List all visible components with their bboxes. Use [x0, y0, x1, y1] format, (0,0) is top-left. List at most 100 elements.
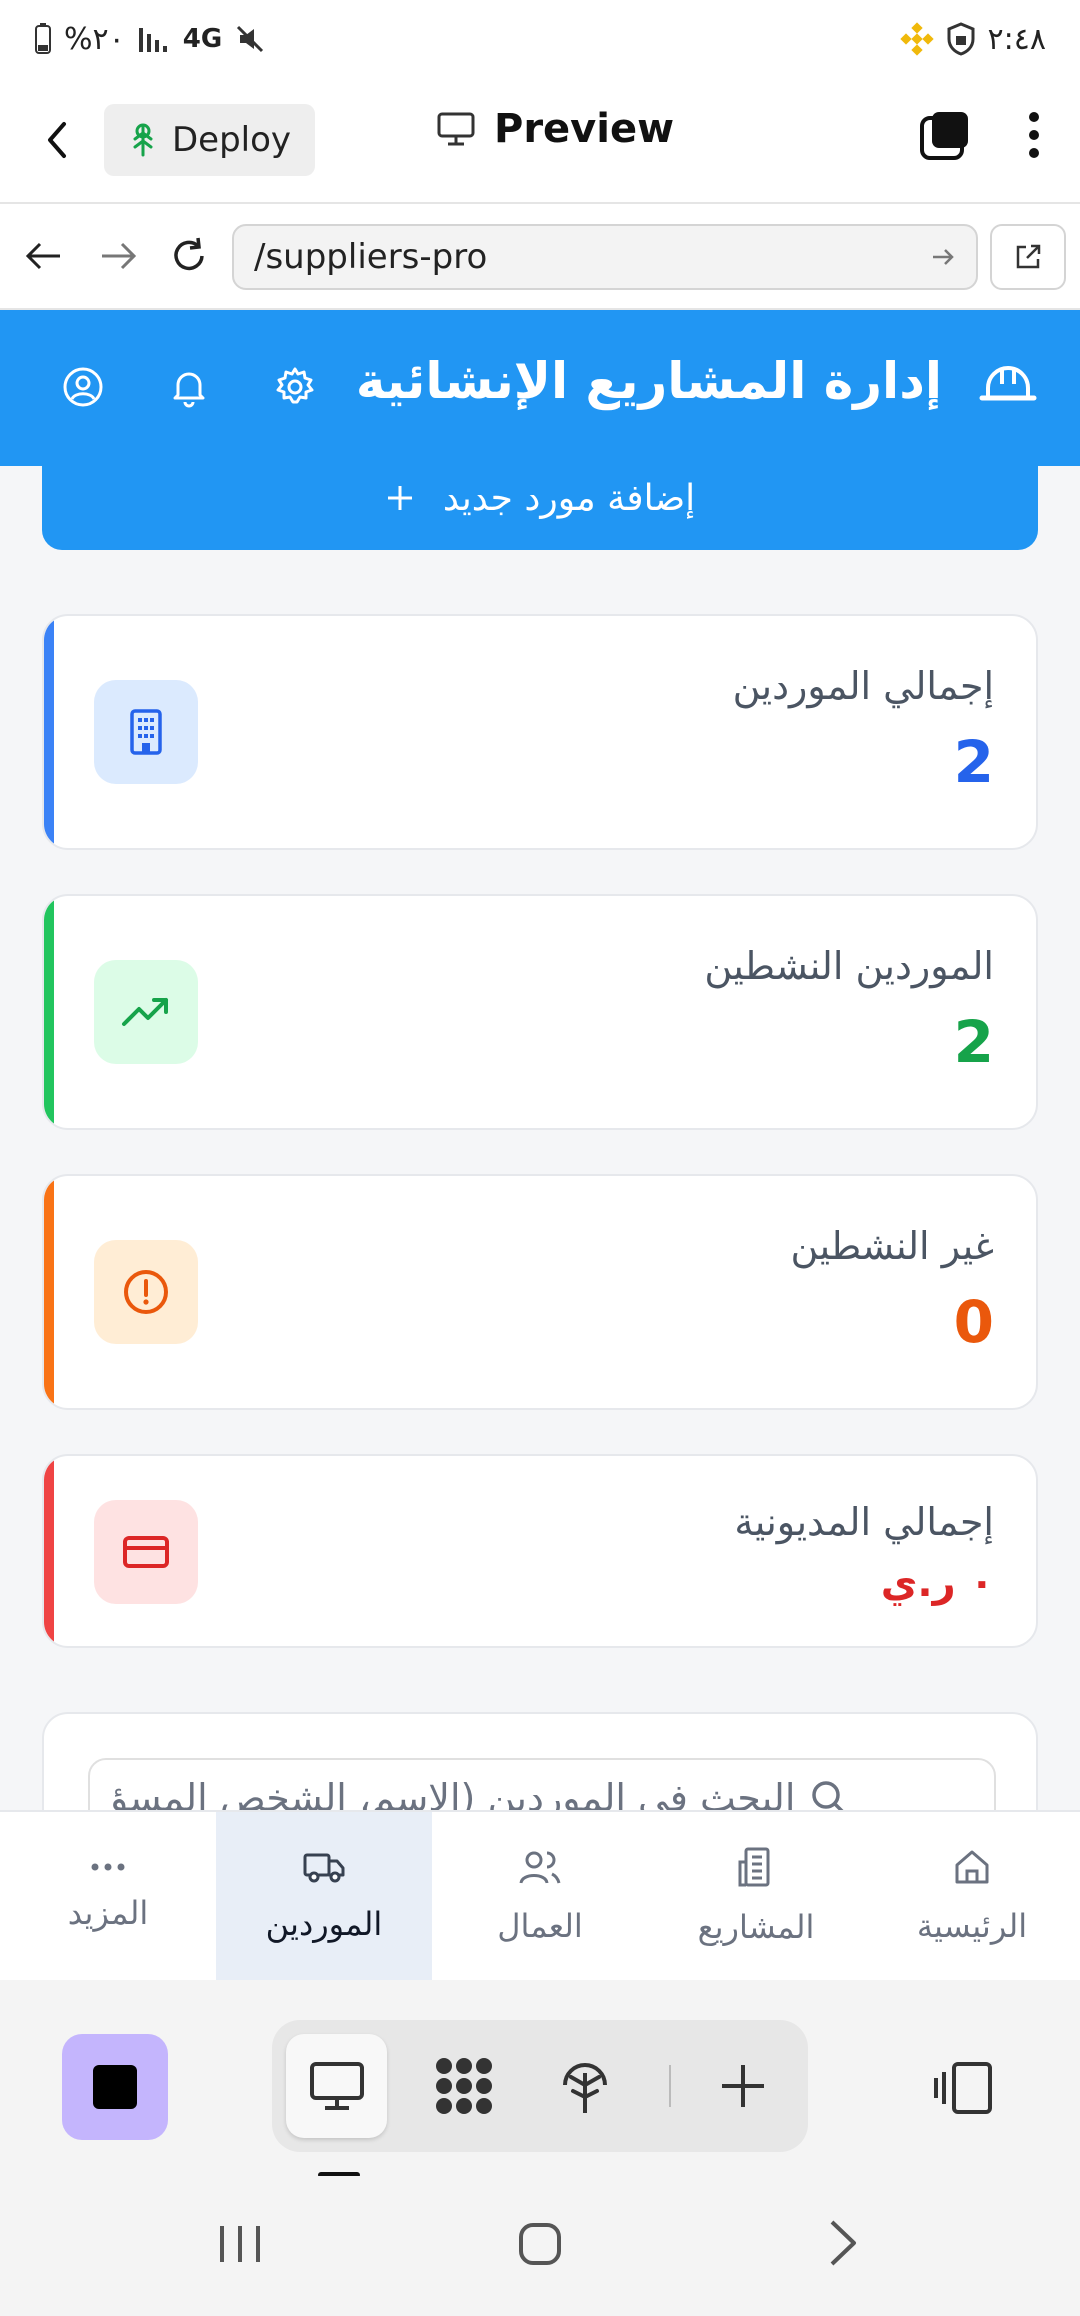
deploy-button[interactable]: Deploy [104, 104, 316, 176]
new-tab-button[interactable] [693, 2034, 794, 2138]
nav-label: المشاريع [697, 1908, 815, 1946]
bell-icon[interactable] [166, 364, 212, 410]
deploy-label: Deploy [172, 120, 292, 160]
clock: ٢:٤٨ [987, 21, 1046, 57]
building-icon [738, 1847, 770, 1887]
more-icon [91, 1863, 125, 1871]
battery-icon [35, 23, 51, 54]
card-accent [44, 1456, 54, 1646]
stat-value: 2 [953, 728, 994, 796]
url-field[interactable]: /suppliers-pro [232, 224, 978, 290]
forward-arrow-icon[interactable] [96, 236, 140, 276]
card-accent [44, 616, 54, 848]
stat-icon-box [94, 1500, 198, 1604]
status-right: ٢:٤٨ [899, 21, 1046, 57]
open-external-button[interactable] [990, 224, 1066, 290]
signal-icon [138, 28, 167, 52]
deploy-tree-icon [562, 2063, 607, 2113]
stat-card-total-debt: إجمالي المديونية ٠ ر.ي [42, 1454, 1038, 1648]
nav-item-more[interactable]: المزيد [0, 1812, 216, 1980]
stat-icon-box [94, 680, 198, 784]
status-left: %٢٠ 4G [34, 22, 266, 57]
nav-label: المزيد [67, 1894, 149, 1932]
back-arrow-icon[interactable] [22, 236, 66, 276]
nav-item-home[interactable]: الرئيسية [864, 1812, 1080, 1980]
stat-card-total-suppliers: إجمالي الموردين 2 [42, 614, 1038, 850]
preview-mode-button[interactable] [286, 2034, 388, 2138]
dock-tool-group [272, 2020, 808, 2152]
shield-icon [947, 22, 975, 56]
stat-label: الموردين النشطين [704, 944, 994, 988]
back-chevron-icon[interactable] [40, 118, 74, 162]
deploy-tree-button[interactable] [534, 2034, 635, 2138]
app-header: إدارة المشاريع الإنشائية [0, 310, 1080, 466]
stat-value: 0 [953, 1288, 994, 1356]
top-right-actions [918, 108, 1040, 162]
alert-circle-icon [124, 1270, 168, 1314]
plus-icon [722, 2065, 765, 2107]
stat-label: إجمالي الموردين [732, 664, 994, 708]
monitor-icon [437, 112, 475, 146]
preview-label: Preview [494, 106, 675, 152]
stat-label: غير النشطين [790, 1224, 994, 1268]
reload-icon[interactable] [168, 235, 210, 277]
mute-icon [237, 25, 264, 53]
building-icon [130, 709, 162, 755]
back-nav-icon[interactable] [826, 2218, 860, 2268]
nav-item-projects[interactable]: المشاريع [648, 1812, 864, 1980]
plus-icon [387, 486, 412, 510]
card-accent [44, 1176, 54, 1408]
stat-label: إجمالي المديونية [734, 1500, 994, 1544]
add-supplier-label: إضافة مورد جديد [442, 477, 696, 519]
go-arrow-icon[interactable] [930, 245, 956, 269]
search-placeholder: البحث في الموردين (الاسم، الشخص المسؤ [110, 1776, 796, 1810]
network-type: 4G [182, 24, 223, 54]
user-circle-icon[interactable] [60, 364, 106, 410]
stat-icon-box [94, 960, 198, 1064]
hard-hat-icon [979, 366, 1037, 401]
credit-card-icon [123, 1536, 169, 1568]
truck-icon [303, 1853, 345, 1883]
stat-card-inactive-suppliers: غير النشطين 0 [42, 1174, 1038, 1410]
nav-item-workers[interactable]: العمال [432, 1812, 648, 1980]
gear-icon[interactable] [272, 364, 318, 410]
url-text: /suppliers-pro [254, 237, 488, 277]
stat-icon-box [94, 1240, 198, 1344]
add-supplier-button[interactable]: إضافة مورد جديد [42, 466, 1038, 550]
deploy-tree-icon [133, 123, 153, 157]
status-bar: %٢٠ 4G ٢:٤٨ [0, 0, 1080, 78]
monitor-icon [309, 2062, 364, 2110]
users-icon [519, 1851, 561, 1884]
main-content: إضافة مورد جديد إجمالي الموردين 2 المورد… [0, 466, 1080, 1810]
tabs-icon[interactable] [918, 108, 972, 162]
stop-button[interactable] [62, 2034, 168, 2140]
nav-item-suppliers[interactable]: الموردين [216, 1812, 432, 1980]
home-icon [955, 1850, 989, 1884]
browser-toolbar: Deploy Preview [0, 78, 1080, 202]
apps-grid-icon [435, 2058, 492, 2114]
stop-square-icon [93, 2065, 137, 2109]
home-button-icon[interactable] [516, 2220, 564, 2268]
search-icon [812, 1781, 844, 1810]
card-accent [44, 896, 54, 1128]
system-nav-bar [0, 2176, 1080, 2316]
binance-icon [899, 22, 934, 56]
panel-toggle-icon[interactable] [932, 2060, 996, 2118]
apps-button[interactable] [413, 2034, 514, 2138]
kebab-menu-icon[interactable] [1028, 111, 1040, 159]
nav-label: العمال [497, 1907, 583, 1945]
app-title: إدارة المشاريع الإنشائية [355, 352, 942, 410]
dock-divider [669, 2065, 671, 2107]
recent-apps-icon[interactable] [216, 2222, 264, 2266]
preview-tab[interactable]: Preview [436, 106, 674, 152]
supplier-search-input[interactable]: البحث في الموردين (الاسم، الشخص المسؤ [88, 1758, 996, 1810]
stat-card-active-suppliers: الموردين النشطين 2 [42, 894, 1038, 1130]
nav-label: الرئيسية [916, 1907, 1028, 1945]
stat-value: 2 [953, 1008, 994, 1076]
external-link-icon [1016, 244, 1041, 269]
battery-level: %٢٠ [64, 21, 125, 57]
url-bar-row: /suppliers-pro [0, 202, 1080, 310]
header-actions [60, 364, 318, 410]
bottom-nav: المزيد الموردين العمال المشاريع الرئيسية [0, 1810, 1080, 1980]
nav-label: الموردين [265, 1905, 383, 1943]
